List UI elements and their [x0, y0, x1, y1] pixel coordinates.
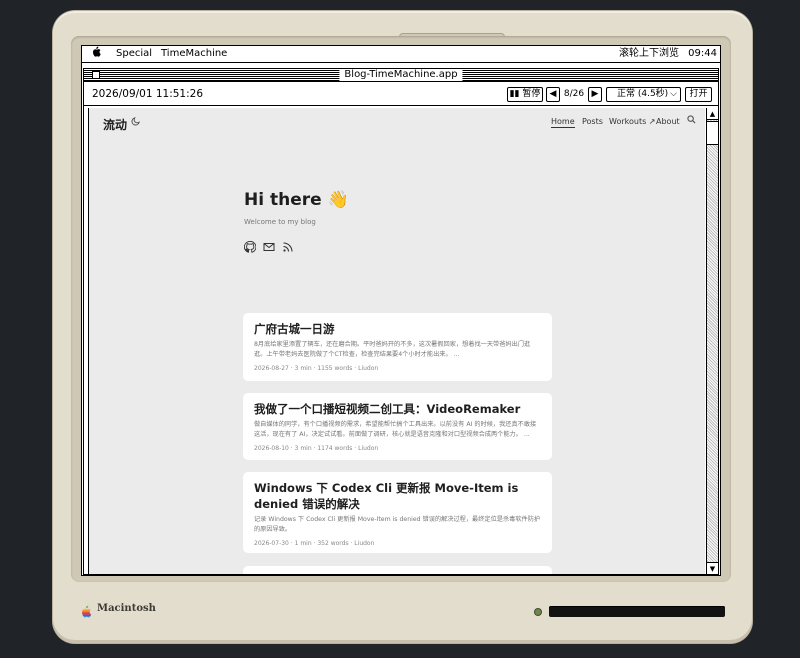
post-title[interactable]: 广府古城一日游	[254, 321, 541, 337]
mail-icon[interactable]	[263, 238, 277, 252]
post-card[interactable]: 我做了一个口播短视频二创工具：VideoRemaker 做自媒体的同学，有个口播…	[243, 393, 552, 460]
next-button[interactable]: ▶	[588, 87, 602, 102]
nav-workouts[interactable]: Workouts ↗	[609, 117, 656, 126]
window-title: Blog-TimeMachine.app	[339, 69, 463, 81]
screen: Special TimeMachine 滚轮上下浏览 09:44 Blog-Ti…	[81, 45, 721, 576]
nav-home[interactable]: Home	[551, 117, 575, 128]
menu-special[interactable]: Special	[116, 46, 152, 62]
speed-select-value: 正常 (4.5秒)	[617, 89, 669, 99]
nav-about[interactable]: About	[656, 117, 680, 126]
snapshot-counter: 8/26	[563, 89, 585, 99]
post-card[interactable]	[243, 566, 552, 574]
toolbar: 2026/09/01 11:51:26 ▮▮ 暂停 ◀ 8/26 ▶ 正常 (4…	[84, 83, 718, 106]
github-icon[interactable]	[243, 238, 258, 253]
rainbow-apple-icon	[80, 603, 92, 618]
site-logo[interactable]: 流动	[103, 116, 127, 133]
hero-subtitle: Welcome to my blog	[244, 218, 316, 226]
post-meta: 2026-08-10 · 3 min · 1174 words · Liudon	[254, 445, 379, 452]
scroll-thumb[interactable]	[707, 121, 718, 145]
post-card[interactable]: Windows 下 Codex Cli 更新报 Move-Item is den…	[243, 472, 552, 553]
window-titlebar[interactable]: Blog-TimeMachine.app	[84, 69, 718, 82]
menubar-clock: 09:44	[688, 48, 717, 59]
open-button[interactable]: 打开	[685, 87, 712, 102]
scroll-hint: 滚轮上下浏览	[618, 48, 679, 59]
scroll-down-arrow-icon[interactable]: ▼	[707, 562, 718, 574]
scroll-up-arrow-icon[interactable]: ▲	[707, 108, 718, 120]
menu-timemachine[interactable]: TimeMachine	[161, 46, 227, 62]
pause-button[interactable]: ▮▮ 暂停	[507, 87, 543, 102]
post-summary: 记录 Windows 下 Codex Cli 更新报 Move-Item is …	[254, 516, 541, 533]
post-summary: 8月底给家里添置了辆车，还在磨合期。平时爸妈开的不多，这次暑假回家，想着找一天带…	[254, 341, 531, 358]
hero-title: Hi there 👋	[244, 190, 349, 210]
post-meta: 2026-08-27 · 3 min · 1155 words · Liudon	[254, 365, 379, 372]
menubar-status: 滚轮上下浏览 09:44	[613, 46, 717, 62]
chevron-down-icon: ⌵	[670, 89, 677, 99]
post-title[interactable]: 我做了一个口播短视频二创工具：VideoRemaker	[254, 401, 541, 417]
nav-posts[interactable]: Posts	[582, 117, 603, 126]
power-led	[535, 609, 541, 615]
vertical-scrollbar[interactable]: ▲ ▼	[706, 108, 718, 574]
webpage-view[interactable]: 流动 Home Posts Workouts ↗ About Hi there …	[88, 108, 705, 574]
floppy-slot	[549, 606, 725, 617]
moon-icon[interactable]	[131, 117, 140, 129]
post-card[interactable]: 广府古城一日游 8月底给家里添置了辆车，还在磨合期。平时爸妈开的不多，这次暑假回…	[243, 313, 552, 381]
search-icon[interactable]	[687, 115, 696, 127]
post-meta: 2026-07-30 · 1 min · 352 words · Liudon	[254, 540, 375, 547]
apple-menu-icon[interactable]	[92, 46, 101, 63]
snapshot-datetime: 2026/09/01 11:51:26	[92, 88, 204, 100]
post-summary: 做自媒体的同学，有个口播视频的需求，希望能帮忙搞个工具出来。以前没有 AI 的时…	[254, 421, 537, 438]
app-window: Blog-TimeMachine.app 2026/09/01 11:51:26…	[83, 68, 719, 575]
post-title[interactable]: Windows 下 Codex Cli 更新报 Move-Item is den…	[254, 480, 541, 512]
rss-icon[interactable]	[282, 238, 296, 252]
brand-label: Macintosh	[97, 603, 156, 614]
menubar: Special TimeMachine 滚轮上下浏览 09:44	[82, 46, 720, 63]
speed-select[interactable]: 正常 (4.5秒) ⌵	[606, 87, 681, 102]
prev-button[interactable]: ◀	[546, 87, 560, 102]
window-close-box[interactable]	[92, 71, 100, 79]
